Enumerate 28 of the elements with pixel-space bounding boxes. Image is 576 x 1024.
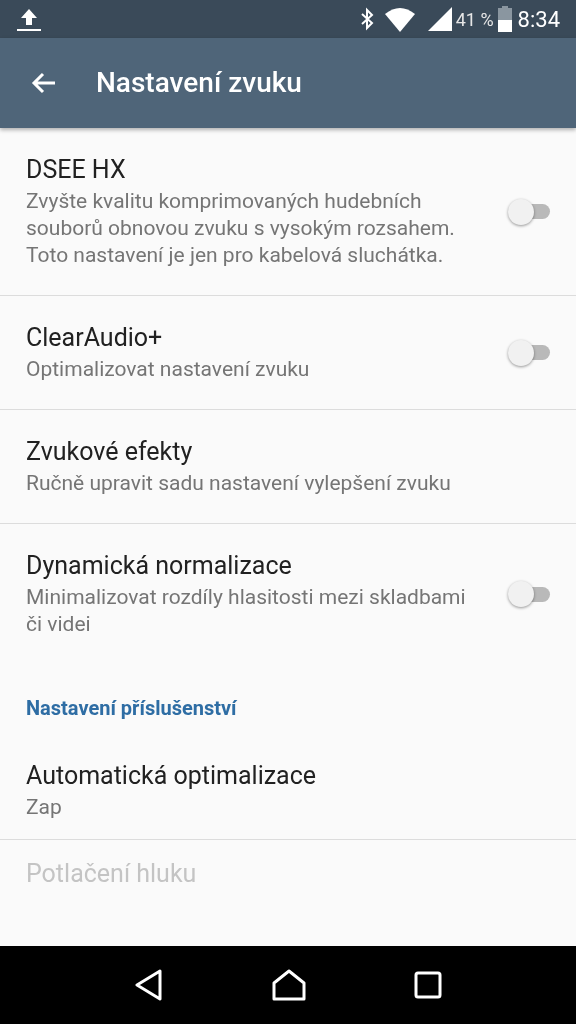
bluetooth-icon [359,7,374,31]
home-icon[interactable] [272,969,306,1001]
item-subtitle: Optimalizovat nastavení zvuku [26,356,311,383]
settings-item[interactable]: DSEE HX Zvyšte kvalitu komprimovaných hudebních souborů obnovou zvuku s vysokým rozsahem. Toto nastavení je jen pro kabelová sluchátka. [0,128,576,296]
item-title: Zvukové efekty [26,436,194,468]
item-subtitle: Zvyšte kvalitu komprimovaných hudebních souborů obnovou zvuku s vysokým rozsahem. Toto nastavení je jen pro kabelová sluchátka. [26,188,456,269]
item-subtitle: Minimalizovat rozdíly hlasitosti mezi skladbami či videi [26,584,466,638]
back-arrow-icon [31,71,57,95]
battery-percent: 41 % [455,7,494,32]
overview-icon[interactable] [414,971,442,999]
battery-icon [497,6,512,32]
back-icon[interactable] [134,969,164,1001]
clock: 8:34 [517,5,560,34]
item-title: Automatická optimalizace [26,760,318,792]
screen-title: Nastavení zvuku [96,65,302,101]
settings-item[interactable]: Zvukové efekty Ručně upravit sadu nastavení vylepšení zvuku [0,410,576,524]
section-header: Nastavení příslušenství [26,696,237,720]
settings-item[interactable]: ClearAudio+ Optimalizovat nastavení zvuku [0,296,576,410]
signal-icon [427,7,452,31]
upload-icon [16,7,42,31]
item-subtitle: Ručně upravit sadu nastavení vylepšení zvuku [26,470,452,497]
item-title: Dynamická normalizace [26,550,293,582]
settings-item[interactable]: Dynamická normalizace Minimalizovat rozdíly hlasitosti mezi skladbami či videi [0,524,576,664]
settings-item[interactable]: Automatická optimalizace Zap [0,742,576,840]
item-title: DSEE HX [26,154,127,186]
wifi-icon [383,6,416,32]
item-title: ClearAudio+ [26,322,164,354]
item-subtitle: Zap [26,794,63,821]
